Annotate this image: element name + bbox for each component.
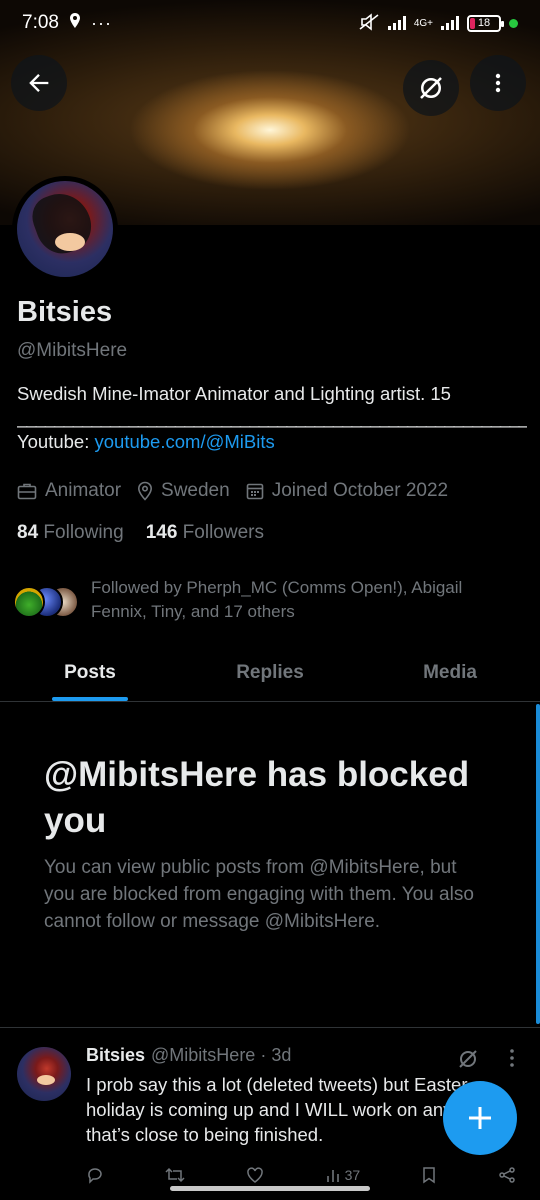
following-count: 84: [17, 522, 39, 543]
like-button[interactable]: [246, 1166, 264, 1184]
repost-button[interactable]: [165, 1166, 185, 1184]
calendar-icon: [246, 483, 264, 500]
tab-posts[interactable]: Posts: [0, 644, 180, 701]
followers-link[interactable]: 146 Followers: [146, 522, 264, 544]
vertical-dots-icon: [510, 1049, 514, 1067]
signal-icon-2: [441, 16, 459, 30]
grok-icon: [459, 1050, 477, 1068]
tweet-author-name[interactable]: Bitsies: [86, 1045, 145, 1066]
plus-icon: [469, 1107, 491, 1129]
category-item: Animator: [17, 480, 121, 502]
home-indicator[interactable]: [170, 1186, 370, 1191]
share-button[interactable]: [498, 1166, 516, 1184]
bookmark-button[interactable]: [421, 1166, 437, 1184]
profile-meta: Animator Sweden Joined October 2022: [17, 480, 448, 502]
profile-tabs: Posts Replies Media: [0, 644, 540, 702]
mute-icon: [358, 12, 380, 34]
network-type: 4G+: [413, 17, 433, 29]
followers-label: Followers: [182, 522, 264, 543]
tab-media[interactable]: Media: [360, 644, 540, 701]
profile-name: Bitsies: [17, 296, 113, 328]
reply-button[interactable]: [86, 1166, 104, 1184]
profile-handle: @MibitsHere: [17, 340, 128, 361]
tweet-avatar[interactable]: [17, 1047, 71, 1101]
joined-item: Joined October 2022: [246, 480, 448, 502]
reply-icon: [88, 1168, 102, 1184]
tweet-more-button[interactable]: [505, 1047, 519, 1074]
category-text: Animator: [45, 480, 122, 501]
views-icon: [326, 1170, 339, 1182]
followers-count: 146: [145, 522, 178, 543]
bio-text: Swedish Mine-Imator Animator and Lightin…: [17, 383, 451, 404]
location-item: Sweden: [137, 480, 230, 502]
followed-by[interactable]: Followed by Pherph_MC (Comms Open!), Abi…: [13, 576, 511, 624]
signal-icon: [387, 16, 406, 30]
arrow-left-icon: [29, 74, 49, 92]
profile-avatar[interactable]: [12, 176, 118, 282]
more-notifications-icon: ···: [90, 12, 112, 33]
profile-bio: Swedish Mine-Imator Animator and Lightin…: [17, 382, 527, 454]
tweet-header: Bitsies @MibitsHere · 3d: [86, 1045, 291, 1066]
vertical-dots-icon: [495, 73, 501, 93]
bookmark-icon: [423, 1167, 435, 1184]
location-text: Sweden: [161, 480, 230, 501]
repost-icon: [165, 1167, 185, 1183]
blocked-title: @MibitsHere has blocked you: [44, 755, 470, 840]
grok-icon: [420, 77, 442, 99]
status-time: 7:08: [22, 12, 59, 33]
location-pin-icon: [69, 12, 81, 34]
bio-divider: ________________________________________…: [17, 407, 527, 428]
joined-text: Joined October 2022: [271, 480, 449, 501]
following-link[interactable]: 84 Following: [17, 522, 124, 544]
briefcase-icon: [17, 483, 37, 500]
blocked-message: You can view public posts from @MibitsHe…: [44, 857, 474, 932]
status-dot: [509, 18, 518, 28]
views-count: 37: [344, 1167, 361, 1183]
tab-replies[interactable]: Replies: [180, 644, 360, 701]
follower-avatars: [13, 580, 79, 620]
battery-icon: 18: [467, 14, 504, 32]
share-icon: [499, 1167, 515, 1183]
location-icon: [138, 481, 153, 501]
bio-youtube-label: Youtube:: [17, 431, 95, 452]
status-bar: 7:08 ··· 4G+ 18: [0, 0, 540, 46]
back-button[interactable]: [11, 55, 67, 111]
views-button[interactable]: 37: [325, 1166, 361, 1184]
follow-counts: 84 Following 146 Followers: [17, 522, 264, 544]
battery-level: 18: [477, 17, 491, 29]
grok-button[interactable]: [403, 60, 459, 116]
tweet-handle-time: @MibitsHere · 3d: [151, 1045, 292, 1065]
tweet-actions: 37: [86, 1166, 516, 1184]
heart-icon: [246, 1167, 263, 1183]
more-options-button[interactable]: [470, 55, 526, 111]
follower-avatar: [13, 586, 45, 618]
following-label: Following: [43, 522, 124, 543]
followed-by-text: Followed by Pherph_MC (Comms Open!), Abi…: [91, 578, 463, 621]
divider: [0, 1027, 540, 1028]
youtube-link[interactable]: youtube.com/@MiBits: [95, 431, 275, 452]
scrollbar[interactable]: [536, 704, 540, 1024]
compose-button[interactable]: [443, 1081, 517, 1155]
